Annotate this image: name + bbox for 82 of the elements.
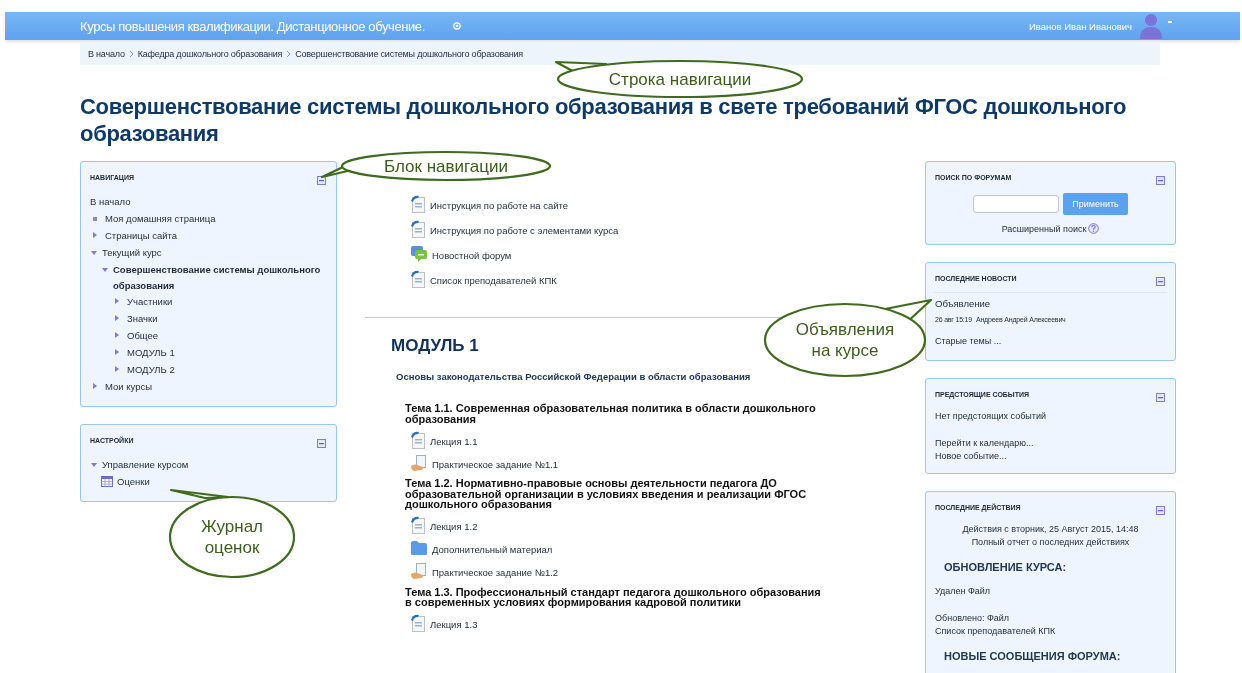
chevron-icon bbox=[128, 49, 134, 58]
activity-link[interactable]: Практическое задание №1.1 bbox=[432, 458, 559, 470]
activity-link[interactable]: Дополнительный материал bbox=[432, 544, 553, 555]
topic-heading: Тема 1.3. Профессиональный стандарт педагога дошкольного образования в современных условиях формирования кадровой политики bbox=[405, 586, 822, 608]
tree-item[interactable]: МОДУЛЬ 1 bbox=[127, 345, 175, 361]
activity-link[interactable]: Лекция 1.1 bbox=[430, 435, 478, 447]
text-link[interactable]: Перейти к календарю... bbox=[935, 437, 1166, 450]
block-heading: ОБНОВЛЕНИЕ КУРСА: bbox=[944, 561, 1068, 573]
callout-label: Объявления на курсе bbox=[795, 319, 895, 361]
document-icon bbox=[410, 516, 426, 534]
folder-icon bbox=[410, 540, 428, 556]
tree-item[interactable]: Мои курсы bbox=[105, 379, 153, 395]
callout-label: Блок навигации bbox=[383, 155, 509, 177]
caret-right-icon[interactable] bbox=[115, 349, 119, 355]
document-icon bbox=[410, 614, 426, 632]
tree-item[interactable]: В начало bbox=[90, 194, 131, 210]
block-text: Обновлено: Файл bbox=[935, 612, 1011, 625]
activity-link[interactable]: Лекция 1.2 bbox=[430, 521, 478, 532]
caret-down-icon[interactable] bbox=[102, 268, 108, 272]
tree-item[interactable]: Совершенствование системы дошкольного образования bbox=[113, 262, 327, 294]
text-link[interactable]: Список преподавателей КПК bbox=[935, 625, 1166, 638]
section-title: МОДУЛЬ 1 bbox=[391, 336, 479, 356]
circle-icon[interactable] bbox=[452, 22, 461, 30]
caret-right-icon[interactable] bbox=[115, 315, 119, 321]
collapse-icon[interactable] bbox=[1156, 277, 1165, 286]
news-link[interactable]: Объявление bbox=[935, 298, 1167, 309]
table-icon bbox=[101, 476, 113, 487]
collapse-icon[interactable] bbox=[1156, 506, 1165, 515]
bullet-icon bbox=[93, 217, 97, 221]
collapse-icon[interactable] bbox=[1156, 393, 1165, 402]
topic-heading: Тема 1.1. Современная образовательная политика в области дошкольного образования bbox=[405, 403, 817, 424]
tree-item[interactable]: Моя домашняя страница bbox=[105, 211, 216, 227]
search-field[interactable] bbox=[973, 195, 1060, 213]
caret-right-icon[interactable] bbox=[115, 332, 119, 338]
caret-right-icon[interactable] bbox=[115, 298, 119, 304]
section-summary: Основы законодательства Российской Федерации в области образования bbox=[396, 371, 752, 382]
page-hand-icon bbox=[410, 562, 428, 580]
document-icon bbox=[410, 269, 426, 288]
activity-link[interactable]: Инструкция по работе на сайте bbox=[430, 199, 569, 211]
document-icon bbox=[410, 194, 426, 213]
page-hand-icon bbox=[410, 453, 428, 472]
chat-bubble-icon bbox=[410, 244, 428, 263]
activity-link[interactable]: Лекция 1.3 bbox=[430, 619, 478, 630]
collapse-icon[interactable] bbox=[317, 439, 326, 448]
user-icon[interactable] bbox=[1140, 13, 1162, 39]
tree-item[interactable]: Общее bbox=[127, 328, 159, 344]
activity-link[interactable]: Новостной форум bbox=[432, 249, 512, 261]
breadcrumb-link[interactable]: Кафедра дошкольного образования bbox=[137, 48, 283, 59]
tree-item[interactable]: Управление курсом bbox=[102, 457, 189, 473]
tree-item[interactable]: МОДУЛЬ 2 bbox=[127, 362, 175, 378]
advanced-search-link[interactable]: Расширенный поиск bbox=[1001, 223, 1087, 234]
document-icon bbox=[410, 430, 426, 449]
block-text: Действия с вторник, 25 Август 2015, 14:48 bbox=[961, 523, 1140, 536]
activity-link[interactable]: Практическое задание №1.2 bbox=[432, 567, 559, 578]
caret-right-icon[interactable] bbox=[93, 232, 97, 238]
breadcrumb-link[interactable]: В начало bbox=[88, 48, 125, 59]
tree-item[interactable]: Участники bbox=[127, 294, 173, 310]
help-icon[interactable] bbox=[1088, 223, 1100, 234]
tree-item[interactable]: Страницы сайта bbox=[105, 228, 178, 244]
callout-label: Журнал оценок bbox=[199, 516, 264, 558]
caret-right-icon[interactable] bbox=[115, 366, 119, 372]
breadcrumb-link[interactable]: Совершенствование системы дошкольного образования bbox=[295, 48, 524, 59]
topic-heading: Тема 1.2. Нормативно-правовые основы деятельности педагога ДО образовательной организации в условиях введения и реализации ФГОС дошкольного образования bbox=[405, 478, 808, 510]
caret-down-icon[interactable] bbox=[91, 251, 97, 255]
tree-item[interactable]: Значки bbox=[127, 311, 158, 327]
block-heading: НОВЫЕ СООБЩЕНИЯ ФОРУМА: bbox=[944, 650, 1122, 662]
block-text: Удален Файл bbox=[935, 585, 992, 598]
activity-link[interactable]: Список преподавателей КПК bbox=[430, 274, 557, 286]
callout-label: Строка навигации bbox=[608, 68, 752, 90]
caret-right-icon[interactable] bbox=[93, 383, 97, 389]
page-title: Совершенствование системы дошкольного образования в свете требований ФГОС дошкольного образования bbox=[80, 93, 1128, 147]
tree-item[interactable]: Оценки bbox=[117, 474, 150, 490]
activity-link[interactable]: Инструкция по работе с элементами курса bbox=[430, 224, 619, 236]
text-link[interactable]: Старые темы ... bbox=[935, 335, 1167, 348]
caret-down-icon[interactable] bbox=[91, 463, 97, 467]
text-link[interactable]: Новое событие... bbox=[935, 450, 1166, 463]
chevron-icon bbox=[286, 49, 292, 58]
tree-item[interactable]: Текущий курс bbox=[102, 245, 162, 261]
block-text: Нет предстоящих событий bbox=[935, 410, 1047, 423]
document-icon bbox=[410, 219, 426, 238]
collapse-icon[interactable] bbox=[1156, 176, 1165, 185]
report-link[interactable]: Полный отчет о последних действиях bbox=[935, 536, 1166, 549]
